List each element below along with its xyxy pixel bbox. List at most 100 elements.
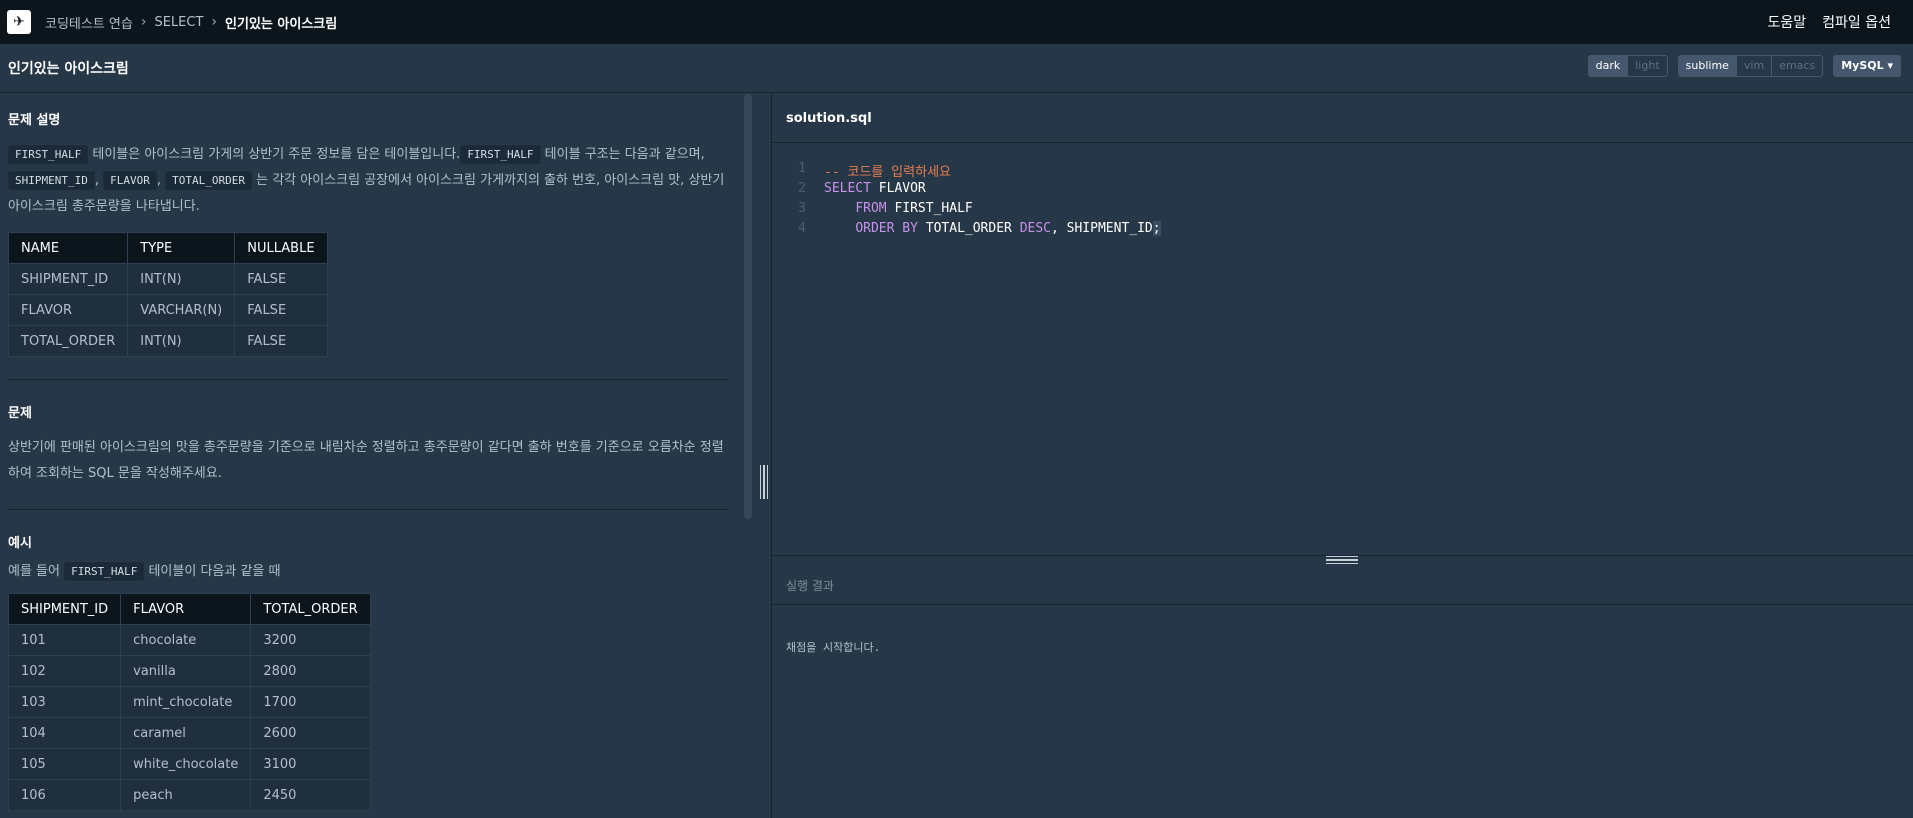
code-keyword: FROM: [855, 201, 887, 216]
horizontal-drag-handle-icon[interactable]: [1326, 556, 1358, 564]
text-cursor: ;: [1152, 221, 1161, 236]
help-link[interactable]: 도움말: [1768, 12, 1807, 32]
problem-panel: 문제 설명 FIRST_HALF 테이블은 아이스크림 가게의 상반기 주문 정…: [0, 94, 752, 818]
title-bar: 인기있는 아이스크림 dark light sublime vim emacs …: [0, 44, 1913, 93]
table-cell: 106: [7, 779, 122, 811]
compile-options-link[interactable]: 컴파일 옵션: [1822, 12, 1891, 32]
table-cell: FALSE: [234, 294, 328, 326]
panel-splitter[interactable]: [752, 94, 772, 818]
table-row: 106 peach 2450: [7, 779, 371, 811]
example-pre: 예를 들어: [8, 564, 65, 579]
table-cell: 1700: [250, 686, 371, 718]
table-cell: SHIPMENT_ID: [7, 263, 129, 295]
divider: [8, 379, 728, 380]
code-line-3: FROM FIRST_HALF: [824, 201, 972, 216]
code-comment: -- 코드를 입력하세요: [824, 165, 951, 180]
table-cell: 3200: [250, 624, 371, 656]
theme-dark-button[interactable]: dark: [1588, 56, 1629, 76]
keymap-vim-button[interactable]: vim: [1737, 56, 1773, 76]
line-number: 3: [798, 201, 806, 216]
breadcrumb-item-current: 인기있는 아이스크림: [225, 16, 338, 32]
table-row: 101 chocolate 3200: [7, 624, 371, 656]
result-header: 실행 결과: [772, 567, 1913, 605]
result-heading: 실행 결과: [786, 579, 834, 593]
table-cell: vanilla: [120, 655, 252, 687]
code-first-half: FIRST_HALF: [460, 145, 541, 164]
example-heading: 예시: [8, 536, 32, 551]
table-cell: TOTAL_ORDER: [7, 325, 129, 357]
desc-part: 테이블 구조는 다음과 같으며,: [540, 147, 705, 162]
top-nav: ✈ 코딩테스트 연습 › SELECT › 인기있는 아이스크림 도움말 컴파일…: [0, 0, 1913, 44]
code-line-1: -- 코드를 입력하세요: [824, 161, 951, 180]
table-cell: VARCHAR(N): [127, 294, 236, 326]
example-table: SHIPMENT_ID FLAVOR TOTAL_ORDER 101 chocol…: [7, 593, 371, 811]
editor-panel: solution.sql 1 2 3 4 -- 코드를 입력하세요 SELECT…: [772, 94, 1913, 818]
code-editor[interactable]: 1 2 3 4 -- 코드를 입력하세요 SELECT FLAVOR FROM …: [772, 143, 1913, 555]
line-number: 2: [798, 181, 806, 196]
table-cell: 2600: [250, 717, 371, 749]
table-cell: 103: [7, 686, 122, 718]
table-row: SHIPMENT_ID INT(N) FALSE: [7, 263, 328, 295]
schema-header: TYPE: [127, 232, 236, 264]
description-text: FIRST_HALF 테이블은 아이스크림 가게의 상반기 주문 정보를 담은 …: [8, 142, 728, 220]
description-heading: 문제 설명: [8, 113, 61, 128]
code-keyword: ORDER BY: [855, 221, 918, 236]
breadcrumb: 코딩테스트 연습 › SELECT › 인기있는 아이스크림: [45, 13, 337, 32]
task-heading: 문제: [8, 406, 32, 421]
desc-part: ,: [94, 173, 104, 188]
table-cell: mint_chocolate: [120, 686, 252, 718]
table-cell: FLAVOR: [7, 294, 129, 326]
example-post: 테이블이 다음과 같을 때: [144, 564, 281, 579]
table-cell: caramel: [120, 717, 252, 749]
table-cell: white_chocolate: [120, 748, 252, 780]
code-text: FLAVOR: [870, 181, 926, 196]
chevron-right-icon: ›: [140, 14, 147, 30]
table-cell: 105: [7, 748, 122, 780]
example-text: 예를 들어 FIRST_HALF 테이블이 다음과 같을 때: [8, 559, 728, 585]
code-keyword: DESC: [1019, 221, 1051, 236]
logo-icon[interactable]: ✈: [7, 10, 31, 34]
task-text: 상반기에 판매된 아이스크림의 맛을 총주문량을 기준으로 내림차순 정렬하고 …: [8, 440, 724, 481]
code-flavor: FLAVOR: [103, 171, 157, 190]
keymap-emacs-button[interactable]: emacs: [1772, 56, 1822, 76]
table-cell: 2450: [250, 779, 371, 811]
desc-part: 테이블은 아이스크림 가게의 상반기 주문 정보를 담은 테이블입니다.: [88, 147, 461, 162]
table-cell: 3100: [250, 748, 371, 780]
keymap-sublime-button[interactable]: sublime: [1678, 56, 1737, 76]
table-row: 102 vanilla 2800: [7, 655, 371, 687]
file-name: solution.sql: [786, 110, 872, 126]
example-header: FLAVOR: [120, 593, 252, 625]
table-cell: 101: [7, 624, 122, 656]
divider: [8, 509, 728, 510]
line-number: 4: [798, 221, 806, 236]
vertical-drag-handle-icon[interactable]: [760, 465, 768, 499]
table-row: 104 caramel 2600: [7, 717, 371, 749]
table-cell: chocolate: [120, 624, 252, 656]
table-cell: 2800: [250, 655, 371, 687]
code-line-4: ORDER BY TOTAL_ORDER DESC, SHIPMENT_ID;: [824, 221, 1161, 236]
table-cell: INT(N): [127, 263, 236, 295]
code-shipment-id: SHIPMENT_ID: [8, 171, 95, 190]
table-row: 105 white_chocolate 3100: [7, 748, 371, 780]
schema-header: NULLABLE: [234, 232, 328, 264]
schema-table: NAME TYPE NULLABLE SHIPMENT_ID INT(N) FA…: [7, 232, 328, 357]
table-cell: INT(N): [127, 325, 236, 357]
table-row: FLAVOR VARCHAR(N) FALSE: [7, 294, 328, 326]
code-first-half: FIRST_HALF: [64, 562, 145, 581]
table-cell: 102: [7, 655, 122, 687]
table-row: TOTAL_ORDER INT(N) FALSE: [7, 325, 328, 357]
keymap-toggle: sublime vim emacs: [1677, 55, 1824, 77]
code-text: , SHIPMENT_ID: [1051, 221, 1153, 236]
problem-scrollbar[interactable]: [744, 94, 752, 519]
breadcrumb-item-1[interactable]: 코딩테스트 연습: [45, 13, 133, 32]
breadcrumb-item-2[interactable]: SELECT: [154, 15, 203, 30]
desc-part: ,: [156, 173, 166, 188]
table-cell: 104: [7, 717, 122, 749]
table-row: 103 mint_chocolate 1700: [7, 686, 371, 718]
caret-down-icon: ▾: [1887, 59, 1893, 72]
theme-light-button[interactable]: light: [1628, 56, 1666, 76]
line-number: 1: [798, 161, 806, 176]
language-label: MySQL: [1841, 59, 1884, 72]
code-line-2: SELECT FLAVOR: [824, 181, 926, 196]
language-dropdown[interactable]: MySQL ▾: [1833, 55, 1901, 77]
